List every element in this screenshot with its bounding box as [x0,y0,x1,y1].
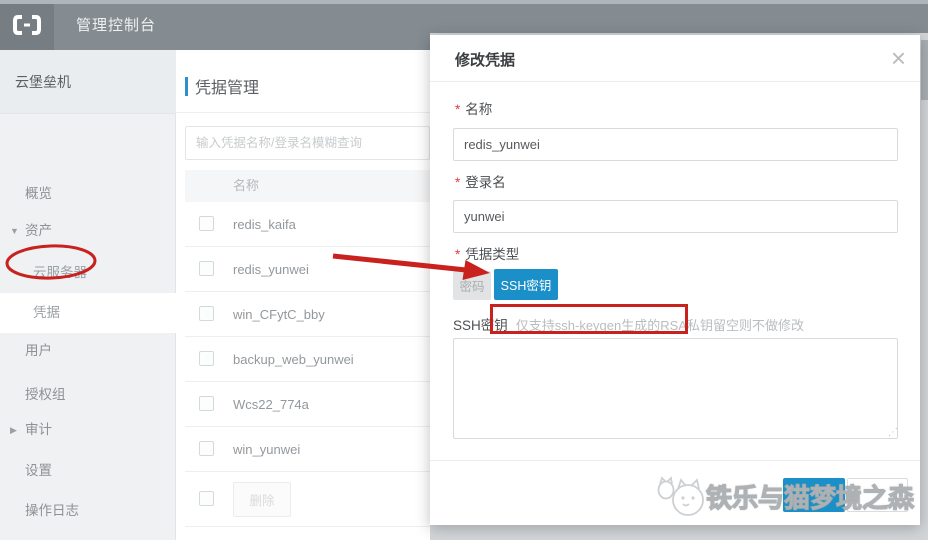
sidebar-item-overview[interactable]: 概览 [0,174,176,214]
type-option-password[interactable]: 密码 [453,271,491,300]
sidebar-item-label: 云服务器 [33,265,87,280]
table-row[interactable]: win_CFytC_bby [185,292,430,337]
row-checkbox[interactable] [199,441,214,456]
page-title: 凭据管理 [195,80,260,97]
credential-name: win_CFytC_bby [233,307,325,322]
ssh-key-hint-rest: 留空则不做修改 [712,318,804,333]
modal-title: 修改凭据 [455,52,516,69]
bracket-logo-icon [13,15,41,35]
table-footer-row: 删除 [185,472,430,527]
row-checkbox[interactable] [199,306,214,321]
row-checkbox[interactable] [199,216,214,231]
sidebar-item-label: 审计 [25,422,52,437]
app-logo[interactable] [0,0,54,50]
sidebar-item-label: 凭据 [33,305,60,320]
scrollbar-thumb[interactable] [921,40,928,100]
app-title: 管理控制台 [76,17,157,34]
sidebar-item-auth-groups[interactable]: 授权组 [0,375,176,415]
type-option-sshkey[interactable]: SSH密钥 [494,269,558,300]
credentials-table: 名称 redis_kaifa redis_yunwei win_CFytC_bb… [185,170,430,527]
credential-name: backup_web_yunwei [233,352,354,367]
table-row[interactable]: Wcs22_774a [185,382,430,427]
ssh-key-hint-boxed: 仅支持ssh-keygen生成的RSA私钥 [515,318,713,333]
table-row[interactable]: win_yunwei [185,427,430,472]
login-field-label: * 登录名 [455,175,506,190]
sidebar-section-title: 云堡垒机 [0,50,176,114]
table-row[interactable]: redis_yunwei [185,247,430,292]
ssh-key-textarea[interactable] [453,338,898,439]
sidebar-item-label: 授权组 [25,387,66,402]
table-row[interactable]: redis_kaifa [185,202,430,247]
close-icon[interactable]: × [891,41,906,75]
sidebar-item-label: 用户 [25,343,52,358]
name-field[interactable] [453,128,898,161]
credential-name: redis_yunwei [233,262,309,277]
content-area: 凭据管理 名称 redis_kaifa redis_yunwei win_CFy… [176,50,430,540]
table-header-name: 名称 [185,170,430,202]
sidebar-item-assets[interactable]: ▼ 资产 [0,211,176,251]
sidebar-item-label: 资产 [25,223,52,238]
sidebar-item-label: 设置 [25,463,52,478]
sidebar-item-operation-logs[interactable]: 操作日志 [0,491,176,531]
login-field[interactable] [453,200,898,233]
credential-name: redis_kaifa [233,217,296,232]
chevron-down-icon: ▼ [10,226,19,236]
ssh-key-label: SSH密钥 [453,318,508,333]
sidebar: 云堡垒机 概览 ▼ 资产 云服务器 凭据 用户 授权组 ▶ 审计 设置 操作日志 [0,50,176,540]
modal-footer-divider [430,460,920,461]
search-input[interactable] [185,126,430,160]
row-checkbox[interactable] [199,261,214,276]
delete-button[interactable]: 删除 [233,482,291,517]
cancel-button[interactable] [847,478,908,512]
page-header: 凭据管理 [176,50,430,113]
window-top-edge [0,0,928,4]
row-checkbox[interactable] [199,351,214,366]
table-row[interactable]: backup_web_yunwei [185,337,430,382]
name-field-label: * 名称 [455,102,493,117]
sidebar-item-credentials[interactable]: 凭据 [0,293,176,333]
sidebar-item-settings[interactable]: 设置 [0,451,176,491]
required-mark: * [455,247,461,262]
sidebar-item-audit[interactable]: ▶ 审计 [0,410,176,450]
credential-name: win_yunwei [233,442,301,457]
chevron-right-icon: ▶ [10,425,17,435]
type-field-label: * 凭据类型 [455,247,520,262]
confirm-button[interactable] [783,478,845,512]
title-accent-bar [185,77,188,96]
sidebar-item-label: 概览 [25,186,52,201]
ssh-key-label-row: SSH密钥 仅支持ssh-keygen生成的RSA私钥留空则不做修改 [453,314,903,334]
resize-handle-icon[interactable]: ⋰ [888,427,898,438]
app-root: 管理控制台 云堡垒机 概览 ▼ 资产 云服务器 凭据 用户 授权组 ▶ 审计 设置 … [0,0,928,540]
modal-header: 修改凭据 × [430,35,920,82]
sidebar-item-cloud-servers[interactable]: 云服务器 [0,253,176,293]
required-mark: * [455,102,461,117]
required-mark: * [455,175,461,190]
select-all-checkbox[interactable] [199,491,214,506]
modal-edit-credential: 修改凭据 × *名称 *登录名 *凭据类型 密码 SSH密钥 SSH密钥仅支持s… [430,35,920,525]
sidebar-item-label: 操作日志 [25,503,79,518]
credential-name: Wcs22_774a [233,397,309,412]
row-checkbox[interactable] [199,396,214,411]
sidebar-item-users[interactable]: 用户 [0,331,176,371]
